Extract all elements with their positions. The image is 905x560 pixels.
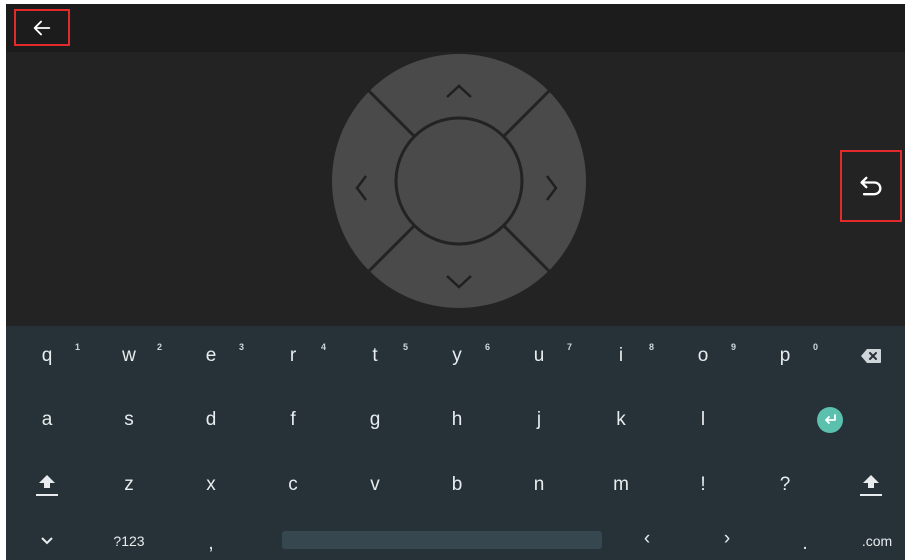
- key-label: t: [372, 345, 378, 366]
- key-number-hint: 0: [812, 342, 818, 352]
- shift-key-left[interactable]: [6, 462, 88, 508]
- key-p[interactable]: p0: [744, 336, 826, 376]
- backspace-key[interactable]: [830, 336, 905, 376]
- key-n[interactable]: n: [498, 462, 580, 508]
- collapse-keyboard-key[interactable]: [6, 526, 88, 556]
- key-t[interactable]: t5: [334, 336, 416, 376]
- key-g[interactable]: g: [334, 400, 416, 440]
- comma-key[interactable]: ,: [170, 529, 252, 559]
- key-label: p: [779, 345, 791, 366]
- shift-key-right[interactable]: [830, 462, 905, 508]
- enter-icon: [817, 407, 843, 433]
- key-q[interactable]: q1: [6, 336, 88, 376]
- key-label: a: [41, 409, 53, 430]
- key-a[interactable]: a: [6, 400, 88, 440]
- key-label: z: [124, 474, 134, 495]
- key-![interactable]: !: [662, 462, 744, 508]
- ok-button[interactable]: [394, 116, 524, 246]
- return-icon: [860, 176, 882, 196]
- key-w[interactable]: w2: [88, 336, 170, 376]
- key-label: u: [533, 345, 545, 366]
- key-number-hint: 7: [566, 342, 572, 352]
- chevron-down-icon: [41, 537, 53, 545]
- key-i[interactable]: i8: [580, 336, 662, 376]
- key-label: i: [618, 345, 624, 366]
- key-z[interactable]: z: [88, 462, 170, 508]
- key-h[interactable]: h: [416, 400, 498, 440]
- key-label: f: [290, 409, 296, 430]
- key-label: q: [41, 345, 53, 366]
- key-label: x: [206, 474, 216, 495]
- key-r[interactable]: r4: [252, 336, 334, 376]
- key-label: h: [451, 409, 463, 430]
- key-label: v: [370, 474, 380, 495]
- key-v[interactable]: v: [334, 462, 416, 508]
- key-label: l: [700, 409, 706, 430]
- key-number-hint: 4: [320, 342, 326, 352]
- period-key[interactable]: .: [764, 529, 846, 559]
- key-label: g: [369, 409, 381, 430]
- remote-control-area: [6, 52, 905, 326]
- shift-icon: [36, 475, 58, 496]
- key-number-hint: 8: [648, 342, 654, 352]
- key-label: d: [205, 409, 217, 430]
- key-e[interactable]: e3: [170, 336, 252, 376]
- key-label: s: [124, 409, 134, 430]
- key-y[interactable]: y6: [416, 336, 498, 376]
- key-number-hint: 6: [484, 342, 490, 352]
- key-label: o: [697, 345, 709, 366]
- key-l[interactable]: l: [662, 400, 744, 440]
- on-screen-keyboard: q1w2e3r4t5y6u7i8o9p0 asdfghjkl z x c v b n m!?: [6, 326, 905, 560]
- key-x[interactable]: x: [170, 462, 252, 508]
- key-b[interactable]: b: [416, 462, 498, 508]
- cursor-right-key[interactable]: ›: [686, 524, 768, 554]
- key-d[interactable]: d: [170, 400, 252, 440]
- key-number-hint: 1: [74, 342, 80, 352]
- key-label: r: [289, 345, 297, 366]
- key-label: w: [122, 345, 136, 366]
- space-bar[interactable]: [282, 531, 602, 549]
- dpad: [332, 54, 586, 308]
- key-o[interactable]: o9: [662, 336, 744, 376]
- shift-icon: [860, 475, 882, 496]
- key-u[interactable]: u7: [498, 336, 580, 376]
- dotcom-key[interactable]: .com: [836, 526, 905, 556]
- key-label: n: [533, 474, 545, 495]
- key-?[interactable]: ?: [744, 462, 826, 508]
- symbols-key[interactable]: ?123: [88, 526, 170, 556]
- key-c[interactable]: c: [252, 462, 334, 508]
- key-f[interactable]: f: [252, 400, 334, 440]
- key-label: c: [288, 474, 298, 495]
- cursor-left-key[interactable]: ‹: [606, 524, 688, 554]
- key-label: !: [700, 474, 706, 495]
- key-label: ?: [779, 474, 791, 495]
- key-number-hint: 5: [402, 342, 408, 352]
- key-number-hint: 9: [730, 342, 736, 352]
- key-label: k: [616, 409, 626, 430]
- back-button[interactable]: [14, 9, 70, 46]
- key-label: e: [205, 345, 217, 366]
- key-label: m: [613, 474, 629, 495]
- return-button[interactable]: [840, 150, 902, 222]
- key-j[interactable]: j: [498, 400, 580, 440]
- enter-key[interactable]: [789, 400, 871, 440]
- key-m[interactable]: m: [580, 462, 662, 508]
- key-number-hint: 2: [156, 342, 162, 352]
- key-number-hint: 3: [238, 342, 244, 352]
- backspace-icon: [861, 349, 881, 363]
- arrow-left-icon: [33, 20, 51, 35]
- key-k[interactable]: k: [580, 400, 662, 440]
- key-label: y: [452, 345, 462, 366]
- top-app-bar: [6, 4, 905, 52]
- key-label: b: [451, 474, 463, 495]
- key-label: j: [536, 409, 542, 430]
- key-s[interactable]: s: [88, 400, 170, 440]
